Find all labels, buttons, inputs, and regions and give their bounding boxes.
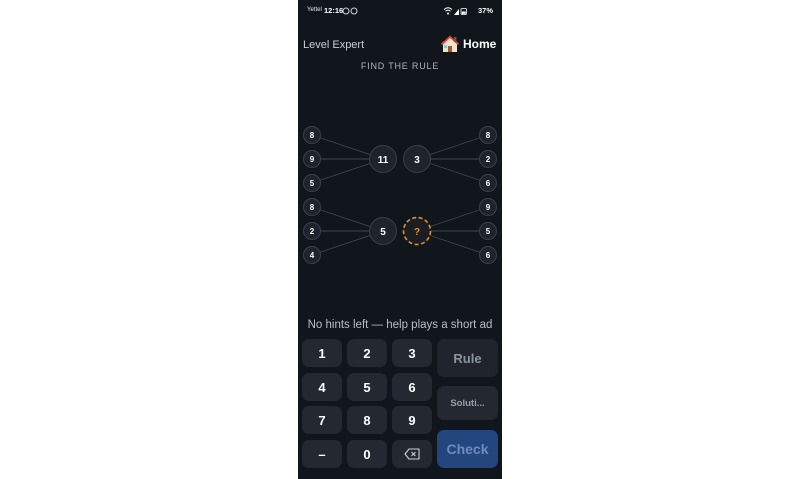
backspace-button[interactable] xyxy=(392,440,432,468)
unknown-answer-node: ? xyxy=(402,216,432,246)
key-8[interactable]: 8 xyxy=(347,406,387,434)
svg-text:6: 6 xyxy=(486,179,491,188)
svg-text:5: 5 xyxy=(486,227,491,236)
connector-lines xyxy=(311,134,489,256)
input-node: 2 xyxy=(479,150,497,168)
svg-text:8: 8 xyxy=(310,131,315,140)
svg-text:5: 5 xyxy=(380,227,386,238)
input-node: 5 xyxy=(303,174,321,192)
key-9[interactable]: 9 xyxy=(392,406,432,434)
input-node: 4 xyxy=(303,246,321,264)
input-node: 9 xyxy=(479,198,497,216)
svg-text:5: 5 xyxy=(310,179,315,188)
result-node: 11 xyxy=(369,145,397,173)
svg-text:9: 9 xyxy=(486,203,491,212)
key-3[interactable]: 3 xyxy=(392,339,432,367)
svg-text:9: 9 xyxy=(310,155,315,164)
svg-text:8: 8 xyxy=(310,203,315,212)
svg-text:8: 8 xyxy=(486,131,491,140)
app-screen: Yettel 12:16 37% Level Expert Home FIND … xyxy=(298,0,502,479)
key-7[interactable]: 7 xyxy=(302,406,342,434)
svg-text:4: 4 xyxy=(310,251,315,260)
key-2[interactable]: 2 xyxy=(347,339,387,367)
svg-text:?: ? xyxy=(414,227,420,238)
key-minus[interactable]: – xyxy=(302,440,342,468)
input-node: 6 xyxy=(479,174,497,192)
key-0[interactable]: 0 xyxy=(347,440,387,468)
input-node: 8 xyxy=(479,126,497,144)
input-node: 6 xyxy=(479,246,497,264)
svg-text:2: 2 xyxy=(486,155,491,164)
solution-button[interactable]: Soluti... xyxy=(437,386,498,420)
input-node: 5 xyxy=(479,222,497,240)
input-node: 9 xyxy=(303,150,321,168)
key-4[interactable]: 4 xyxy=(302,373,342,401)
result-node: 5 xyxy=(369,217,397,245)
input-node: 8 xyxy=(303,198,321,216)
svg-text:11: 11 xyxy=(378,155,389,166)
svg-text:6: 6 xyxy=(486,251,491,260)
backspace-icon xyxy=(404,448,420,460)
rule-button[interactable]: Rule xyxy=(437,339,498,377)
svg-text:2: 2 xyxy=(310,227,315,236)
hint-message: No hints left — help plays a short ad xyxy=(307,319,493,331)
input-node: 8 xyxy=(303,126,321,144)
key-5[interactable]: 5 xyxy=(347,373,387,401)
key-6[interactable]: 6 xyxy=(392,373,432,401)
input-node: 2 xyxy=(303,222,321,240)
puzzle-board: 8 9 5 11 8 2 6 3 8 2 4 5 9 5 6 ? xyxy=(303,126,497,264)
key-1[interactable]: 1 xyxy=(302,339,342,367)
check-button[interactable]: Check xyxy=(437,430,498,468)
svg-text:3: 3 xyxy=(414,155,420,166)
result-node: 3 xyxy=(403,145,431,173)
